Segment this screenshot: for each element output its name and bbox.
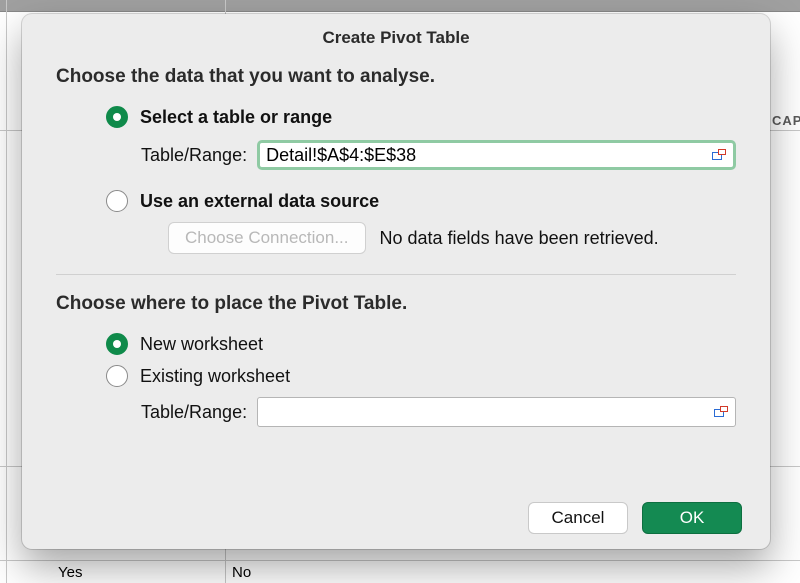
collapse-dialog-button[interactable] [710, 402, 732, 422]
grid-line [0, 560, 800, 561]
select-table-range-option[interactable]: Select a table or range [106, 102, 736, 132]
dialog-title: Create Pivot Table [22, 14, 770, 60]
radio-select-range[interactable] [106, 106, 128, 128]
external-data-source-option[interactable]: Use an external data source [106, 186, 736, 216]
source-range-field[interactable] [257, 140, 736, 170]
select-range-label: Select a table or range [140, 107, 332, 128]
dialog-footer: Cancel OK [22, 487, 770, 549]
destination-range-label: Table/Range: [141, 402, 247, 423]
existing-worksheet-option[interactable]: Existing worksheet [106, 361, 736, 391]
new-worksheet-label: New worksheet [140, 334, 263, 355]
source-range-row: Table/Range: [141, 140, 736, 170]
destination-range-field[interactable] [257, 397, 736, 427]
radio-external-source[interactable] [106, 190, 128, 212]
external-source-label: Use an external data source [140, 191, 379, 212]
radio-existing-worksheet[interactable] [106, 365, 128, 387]
cell-value: No [232, 564, 251, 581]
section-divider [56, 274, 736, 275]
collapse-dialog-button[interactable] [708, 145, 730, 165]
existing-worksheet-label: Existing worksheet [140, 366, 290, 387]
choose-connection-button: Choose Connection... [168, 222, 366, 254]
choose-placement-heading: Choose where to place the Pivot Table. [56, 293, 736, 315]
range-selector-icon [714, 406, 728, 418]
destination-range-row: Table/Range: [141, 397, 736, 427]
range-selector-icon [712, 149, 726, 161]
source-range-label: Table/Range: [141, 145, 247, 166]
destination-range-input[interactable] [258, 400, 710, 425]
choose-data-heading: Choose the data that you want to analyse… [56, 66, 736, 88]
ribbon-edge [0, 0, 800, 12]
ok-button[interactable]: OK [642, 502, 742, 534]
radio-new-worksheet[interactable] [106, 333, 128, 355]
connection-row: Choose Connection... No data fields have… [168, 222, 736, 254]
create-pivot-table-dialog: Create Pivot Table Choose the data that … [22, 14, 770, 549]
cell-value: Yes [58, 564, 82, 581]
source-range-input[interactable] [260, 143, 708, 168]
column-header-fragment: CAP [772, 113, 800, 131]
connection-status-text: No data fields have been retrieved. [380, 228, 659, 249]
new-worksheet-option[interactable]: New worksheet [106, 329, 736, 359]
grid-line [6, 0, 7, 583]
dialog-body: Choose the data that you want to analyse… [22, 60, 770, 487]
cancel-button[interactable]: Cancel [528, 502, 628, 534]
